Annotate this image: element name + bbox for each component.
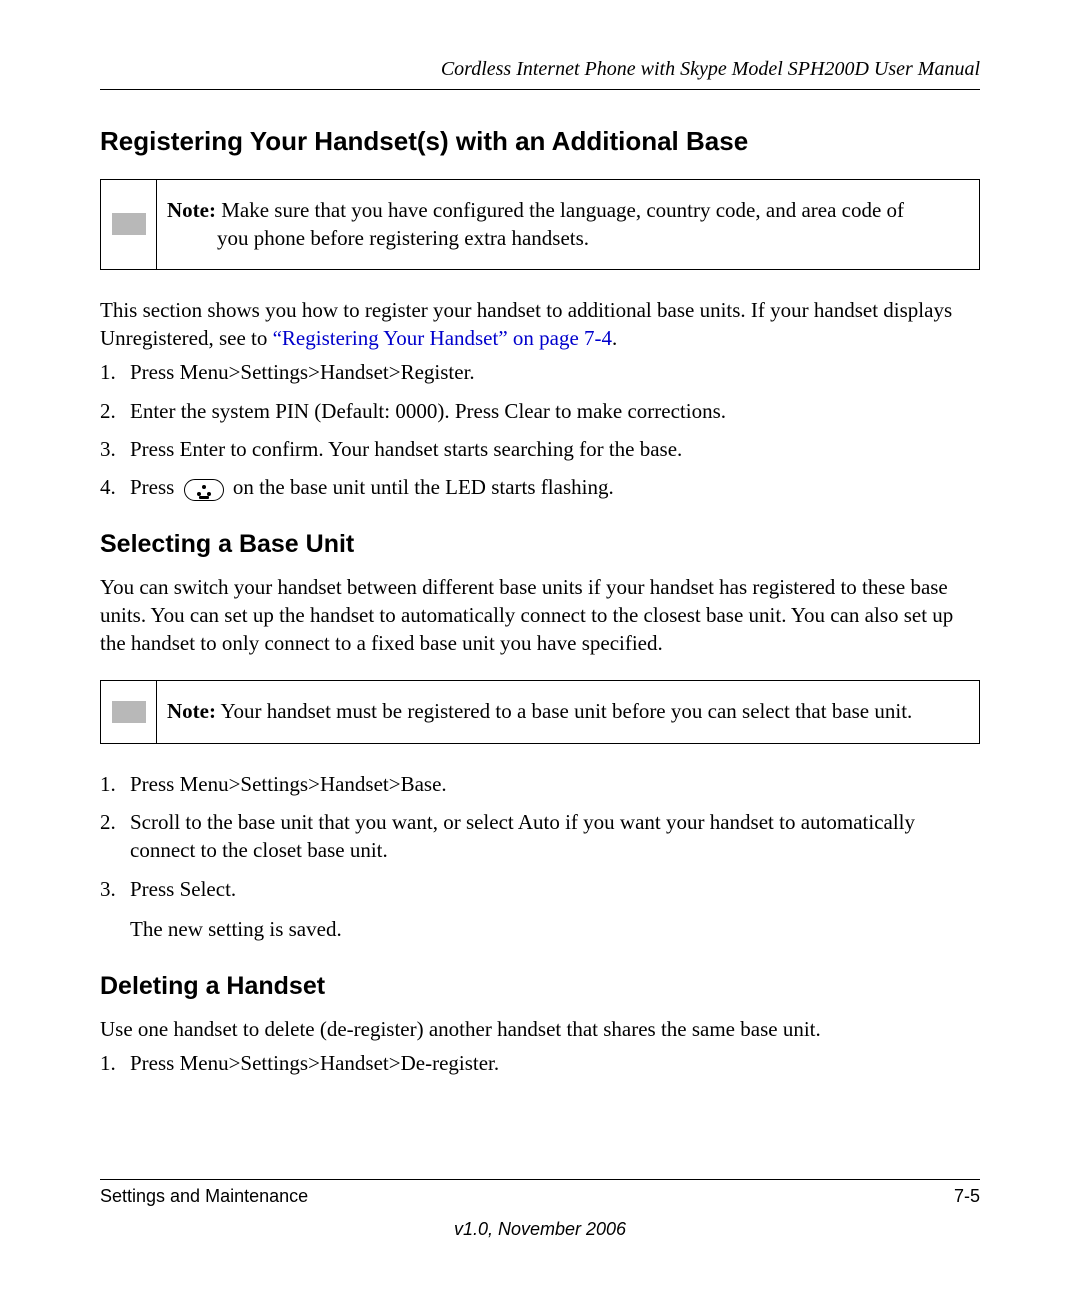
step-text: Press Menu>Settings>Handset>Register.: [130, 360, 475, 384]
note-icon: [112, 701, 146, 723]
step-item: Press Menu>Settings>Handset>Base.: [100, 770, 980, 798]
heading-deleting: Deleting a Handset: [100, 972, 980, 1001]
selecting-body: You can switch your handset between diff…: [100, 573, 980, 658]
footer-rule: [100, 1179, 980, 1180]
footer-section-name: Settings and Maintenance: [100, 1186, 308, 1207]
steps-deleting: Press Menu>Settings>Handset>De-register.: [100, 1049, 980, 1077]
note-line1: Make sure that you have configured the l…: [216, 198, 904, 222]
note-box-registering: Note: Make sure that you have configured…: [100, 179, 980, 270]
note-label: Note:: [167, 198, 216, 222]
note-line2: you phone before registering extra hands…: [167, 224, 967, 252]
intro-post: .: [612, 326, 617, 350]
step-text: Scroll to the base unit that you want, o…: [130, 810, 915, 862]
note-icon-cell: [101, 681, 157, 743]
xref-link[interactable]: “Registering Your Handset” on page 7-4: [273, 326, 612, 350]
steps-selecting: Press Menu>Settings>Handset>Base. Scroll…: [100, 770, 980, 944]
footer-page-number: 7-5: [954, 1186, 980, 1207]
step-item: Press Menu>Settings>Handset>Register.: [100, 358, 980, 386]
step-result: The new setting is saved.: [130, 915, 980, 943]
page-button-icon: [184, 479, 224, 501]
step-item: Enter the system PIN (Default: 0000). Pr…: [100, 397, 980, 425]
step-text: Press Menu>Settings>Handset>Base.: [130, 772, 447, 796]
deleting-body: Use one handset to delete (de-register) …: [100, 1015, 980, 1043]
step-item: Scroll to the base unit that you want, o…: [100, 808, 980, 865]
step-pre: Press: [130, 475, 180, 499]
note-icon: [112, 213, 146, 235]
intro-paragraph: This section shows you how to register y…: [100, 296, 980, 353]
footer-row: Settings and Maintenance 7-5: [100, 1186, 980, 1207]
note-text: Note: Make sure that you have configured…: [157, 180, 979, 269]
steps-registering: Press Menu>Settings>Handset>Register. En…: [100, 358, 980, 501]
note-box-selecting: Note: Your handset must be registered to…: [100, 680, 980, 744]
footer-version: v1.0, November 2006: [100, 1219, 980, 1240]
step-item: Press Menu>Settings>Handset>De-register.: [100, 1049, 980, 1077]
step-item: Press on the base unit until the LED sta…: [100, 473, 980, 501]
step-text: Enter the system PIN (Default: 0000). Pr…: [130, 399, 726, 423]
note-body: Your handset must be registered to a bas…: [216, 699, 912, 723]
step-post: on the base unit until the LED starts fl…: [228, 475, 614, 499]
step-item: Press Enter to confirm. Your handset sta…: [100, 435, 980, 463]
page: Cordless Internet Phone with Skype Model…: [0, 0, 1080, 1296]
note-icon-cell: [101, 180, 157, 269]
step-item: Press Select. The new setting is saved.: [100, 875, 980, 944]
running-header: Cordless Internet Phone with Skype Model…: [100, 58, 980, 89]
heading-selecting: Selecting a Base Unit: [100, 530, 980, 559]
step-text: Press Enter to confirm. Your handset sta…: [130, 437, 682, 461]
footer: Settings and Maintenance 7-5 v1.0, Novem…: [100, 1179, 980, 1240]
step-text: Press Select.: [130, 877, 236, 901]
step-text: Press Menu>Settings>Handset>De-register.: [130, 1051, 499, 1075]
heading-registering: Registering Your Handset(s) with an Addi…: [100, 126, 980, 157]
note-text: Note: Your handset must be registered to…: [157, 681, 979, 743]
header-rule: [100, 89, 980, 90]
note-label: Note:: [167, 699, 216, 723]
